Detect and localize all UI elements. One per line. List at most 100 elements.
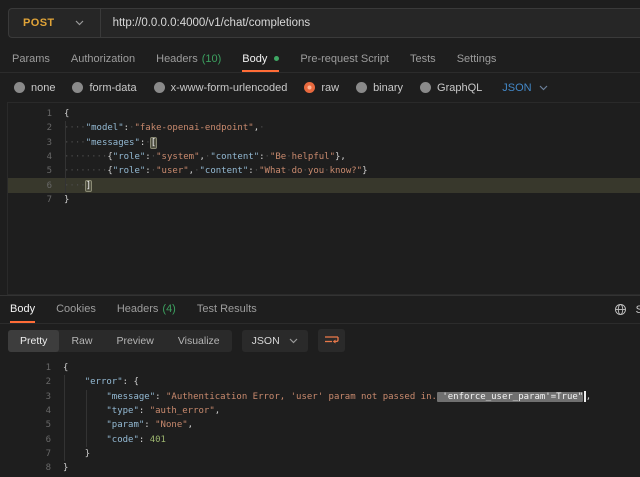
tab-headers[interactable]: Headers (10) (156, 46, 221, 72)
radio-icon (356, 82, 367, 93)
code-line[interactable]: 2 "error": { (7, 375, 640, 389)
body-type-none[interactable]: none (14, 82, 55, 94)
body-type-x-www-form-urlencoded[interactable]: x-www-form-urlencoded (154, 82, 288, 94)
count-badge: (10) (202, 53, 222, 65)
view-visualize[interactable]: Visualize (166, 330, 232, 352)
tab-settings[interactable]: Settings (457, 46, 497, 72)
code-token: ···· (64, 123, 86, 133)
code-token (63, 449, 85, 459)
view-pretty[interactable]: Pretty (8, 330, 59, 352)
chevron-down-icon (539, 85, 548, 91)
body-type-label: none (31, 82, 55, 94)
line-number: 8 (7, 463, 51, 473)
code-token: "Authentication Error, 'user' param not … (166, 392, 437, 402)
response-format-dropdown[interactable]: JSON (242, 330, 308, 352)
code-token: }, (335, 152, 346, 162)
code-text: } (63, 449, 90, 459)
code-line[interactable]: 1{ (8, 107, 640, 121)
code-token: ········ (64, 152, 107, 162)
code-token (63, 435, 106, 445)
code-token: "code" (106, 435, 139, 445)
line-number: 5 (8, 166, 52, 176)
line-number: 7 (7, 449, 51, 459)
response-toolbar: PrettyRawPreviewVisualize JSON (0, 324, 640, 357)
line-number: 1 (7, 363, 51, 373)
code-line[interactable]: 6····] (8, 178, 640, 192)
unsaved-dot-icon (274, 56, 279, 61)
tab-tests[interactable]: Tests (410, 46, 436, 72)
code-token: "fake-openai-endpoint" (134, 123, 253, 133)
code-line[interactable]: 3 "message": "Authentication Error, 'use… (7, 390, 640, 404)
request-url-bar: POST http://0.0.0.0:4000/v1/chat/complet… (8, 8, 640, 38)
postman-window: POST http://0.0.0.0:4000/v1/chat/complet… (0, 0, 640, 477)
code-token: "content" (210, 152, 259, 162)
response-tab-label: Headers (117, 303, 159, 315)
code-token: "None" (155, 420, 188, 430)
body-type-label: raw (321, 82, 339, 94)
code-text: } (63, 463, 68, 473)
code-line[interactable]: 6 "code": 401 (7, 432, 640, 446)
code-text: { (64, 109, 69, 119)
code-line[interactable]: 8} (7, 461, 640, 475)
code-line[interactable]: 7} (8, 193, 640, 207)
tab-body[interactable]: Body (242, 46, 279, 72)
tab-pre-request-script[interactable]: Pre-request Script (300, 46, 389, 72)
body-type-form-data[interactable]: form-data (72, 82, 136, 94)
indent-guide (65, 121, 66, 193)
method-label: POST (23, 17, 55, 29)
raw-format-label: JSON (502, 82, 531, 94)
response-tab-test-results[interactable]: Test Results (197, 296, 257, 323)
radio-icon (420, 82, 431, 93)
body-type-raw[interactable]: raw (304, 82, 339, 94)
code-token: ···· (64, 138, 86, 148)
code-token: "message" (106, 392, 155, 402)
request-editor[interactable]: 1{2····"model":·"fake-openai-endpoint",·… (7, 102, 640, 295)
tab-label: Headers (156, 53, 198, 65)
code-token: "param" (106, 420, 144, 430)
response-editor[interactable]: 1{2 "error": {3 "message": "Authenticati… (7, 357, 640, 477)
request-url-row: POST http://0.0.0.0:4000/v1/chat/complet… (0, 0, 640, 46)
radio-icon (154, 82, 165, 93)
tab-authorization[interactable]: Authorization (71, 46, 135, 72)
code-token: helpful" (292, 152, 335, 162)
code-token: "system" (156, 152, 199, 162)
code-line[interactable]: 4········{"role":·"system",·"content":·"… (8, 150, 640, 164)
code-text: "error": { (63, 377, 139, 387)
code-token: : (155, 392, 166, 402)
code-token: "Be (270, 152, 286, 162)
raw-format-dropdown[interactable]: JSON (502, 82, 547, 94)
response-tab-cookies[interactable]: Cookies (56, 296, 96, 323)
indent-guide (86, 390, 87, 447)
view-raw[interactable]: Raw (59, 330, 104, 352)
globe-icon[interactable] (614, 303, 627, 316)
view-preview[interactable]: Preview (104, 330, 165, 352)
code-line[interactable]: 3····"messages":·[ (8, 136, 640, 150)
response-tab-headers[interactable]: Headers(4) (117, 296, 176, 323)
code-line[interactable]: 5········{"role":·"user",·"content":·"Wh… (8, 164, 640, 178)
url-input[interactable]: http://0.0.0.0:4000/v1/chat/completions (101, 17, 311, 29)
code-token: , (215, 406, 220, 416)
body-type-label: form-data (89, 82, 136, 94)
code-line[interactable]: 1{ (7, 361, 640, 375)
line-number: 3 (7, 392, 51, 402)
code-line[interactable]: 7 } (7, 447, 640, 461)
method-selector[interactable]: POST (9, 17, 100, 29)
code-token: : { (123, 377, 139, 387)
response-meta: S (614, 296, 640, 323)
response-tab-body[interactable]: Body (10, 296, 35, 323)
body-type-binary[interactable]: binary (356, 82, 403, 94)
code-token (63, 406, 106, 416)
body-type-label: GraphQL (437, 82, 482, 94)
code-line[interactable]: 4 "type": "auth_error", (7, 404, 640, 418)
indent-guide (64, 375, 65, 461)
code-token: "role" (113, 166, 146, 176)
code-line[interactable]: 2····"model":·"fake-openai-endpoint",· (8, 121, 640, 135)
code-token: } (64, 195, 69, 205)
view-switcher: PrettyRawPreviewVisualize (8, 330, 232, 352)
wrap-text-button[interactable] (318, 329, 345, 352)
code-line[interactable]: 5 "param": "None", (7, 418, 640, 432)
code-token: "content" (200, 166, 249, 176)
tab-params[interactable]: Params (12, 46, 50, 72)
tab-label: Pre-request Script (300, 53, 389, 65)
body-type-graphql[interactable]: GraphQL (420, 82, 482, 94)
